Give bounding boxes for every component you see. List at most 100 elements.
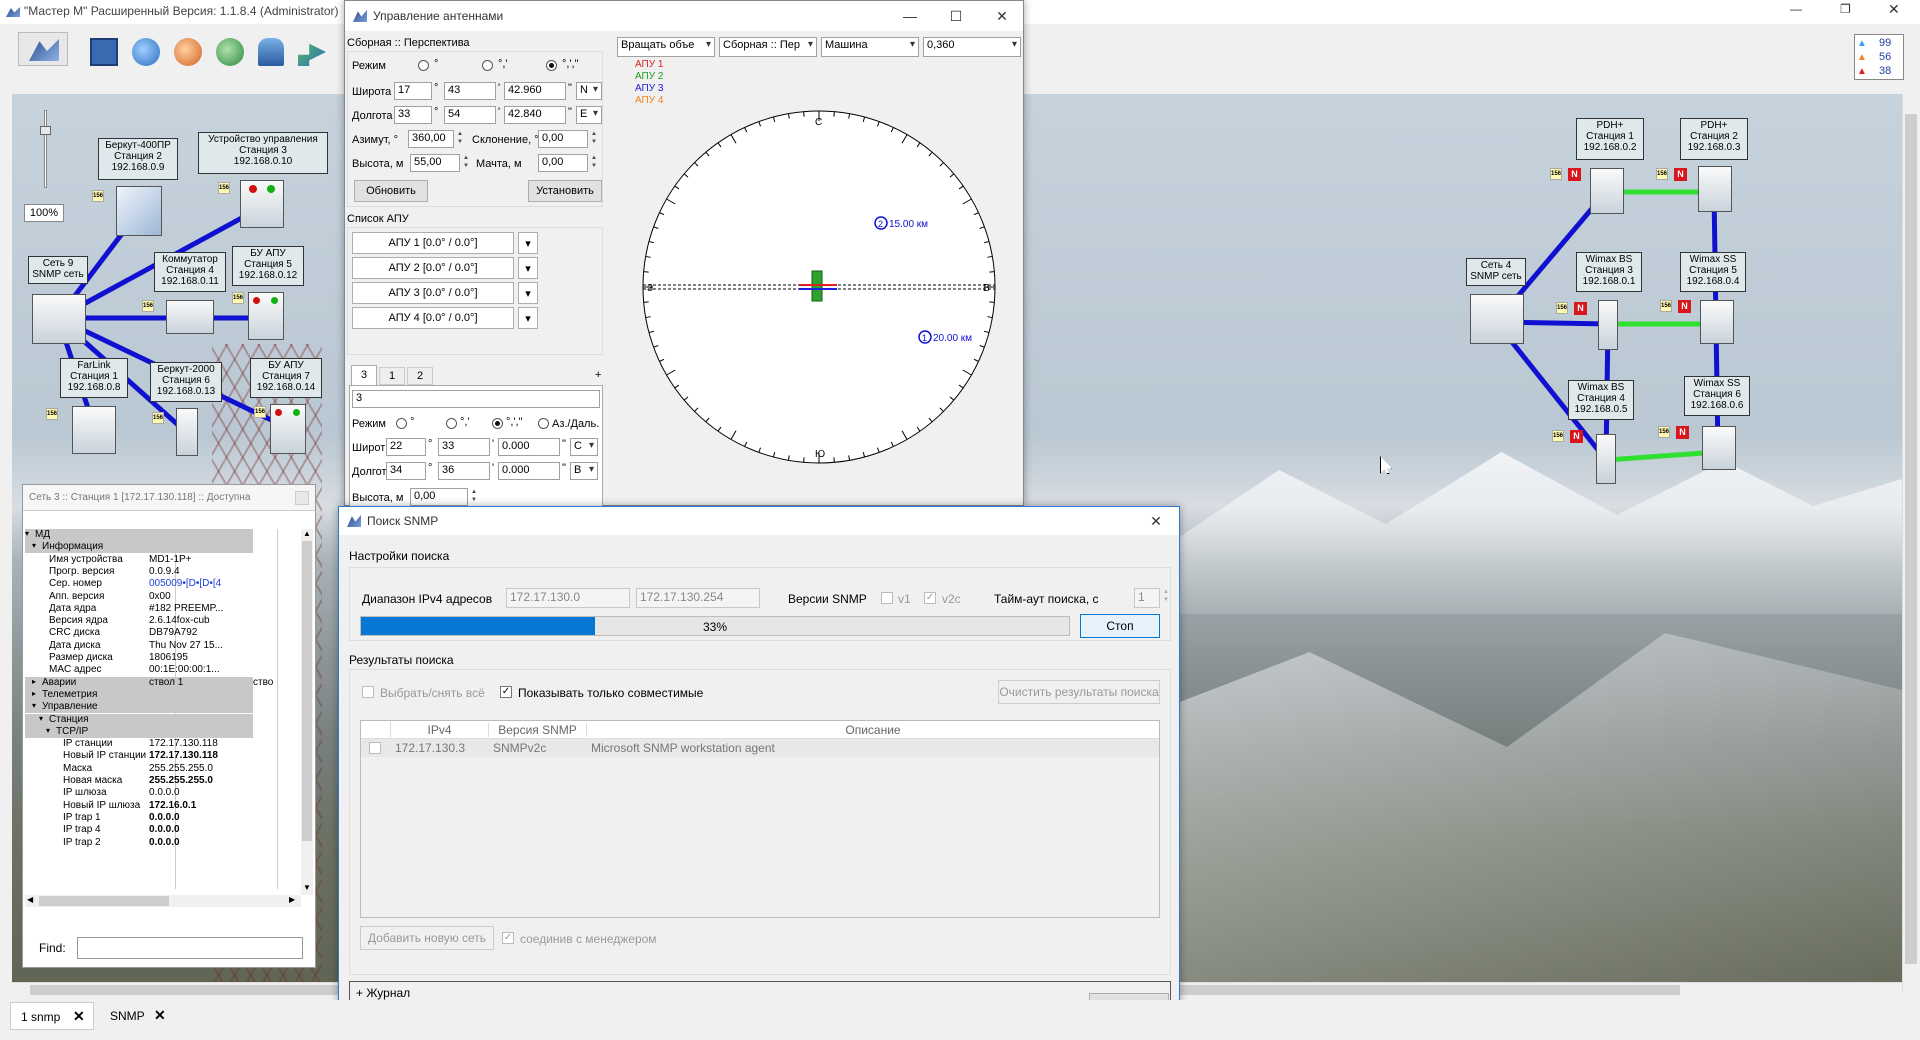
lon2-hemisphere-select[interactable]: В: [570, 462, 598, 480]
lon-deg-input[interactable]: 33: [394, 106, 432, 124]
device-wss5[interactable]: [1700, 300, 1734, 344]
property-row[interactable]: ▾ TCP/IP: [25, 725, 253, 738]
expand-icon[interactable]: ▸: [32, 689, 36, 698]
device-buapu5[interactable]: [248, 292, 284, 340]
mode2-degminsec-radio[interactable]: [492, 418, 503, 429]
mode2-deg-radio[interactable]: [396, 418, 407, 429]
timeout-spinner[interactable]: ▲ ▼: [1160, 588, 1172, 606]
property-row[interactable]: Версия ядра 2.6.14fox-cub: [25, 615, 253, 627]
scroll-thumb[interactable]: [302, 541, 312, 841]
lat2-sec-input[interactable]: 0.000: [498, 438, 560, 456]
property-row[interactable]: ▾ МД: [25, 529, 253, 541]
azimuth-spinner[interactable]: ▲ ▼: [454, 130, 466, 148]
refresh-button[interactable]: Обновить: [354, 180, 428, 202]
collapse-icon[interactable]: ▾: [32, 541, 36, 550]
close-tab-icon[interactable]: ✕: [154, 1007, 166, 1024]
device-wbs4[interactable]: [1596, 434, 1616, 484]
property-row[interactable]: IP trap 4 0.0.0.0: [25, 824, 253, 836]
connect-manager-checkbox[interactable]: ✓: [502, 932, 514, 944]
props-tree[interactable]: ▾ МД ▾ Информация Имя устройства MD1-1P+ Прогр…: [25, 529, 313, 889]
lat-sec-input[interactable]: 42.960: [504, 82, 566, 100]
tab-snmp[interactable]: SNMP ✕: [102, 1002, 174, 1030]
close-icon[interactable]: ✕: [1888, 1, 1900, 18]
minimize-icon[interactable]: —: [1790, 2, 1802, 16]
lat-deg-input[interactable]: 17: [394, 82, 432, 100]
azimuth-input[interactable]: 360,00: [408, 130, 454, 148]
v2c-checkbox[interactable]: ✓: [924, 592, 936, 604]
find-input[interactable]: [77, 937, 303, 959]
lat-min-input[interactable]: 43: [444, 82, 496, 100]
mode-degminsec-radio[interactable]: [546, 60, 557, 71]
property-row[interactable]: ▾ Станция: [25, 713, 253, 726]
props-pin-icon[interactable]: [295, 491, 309, 505]
lat-hemisphere-select[interactable]: N: [576, 82, 602, 100]
device-set4[interactable]: [1470, 294, 1524, 344]
header-description[interactable]: Описание: [587, 723, 1159, 737]
device-berkut400[interactable]: [116, 186, 162, 236]
property-row[interactable]: MAC адрес 00:1E:00:00:1...: [25, 664, 253, 676]
lon-sec-input[interactable]: 42.840: [504, 106, 566, 124]
scroll-thumb[interactable]: [1905, 114, 1917, 964]
lon-hemisphere-select[interactable]: E: [576, 106, 602, 124]
lon2-min-input[interactable]: 36: [438, 462, 490, 480]
property-row[interactable]: IP шлюза 0.0.0.0: [25, 787, 253, 799]
device-farlink[interactable]: [72, 406, 116, 454]
apu-item-button[interactable]: АПУ 3 [0.0° / 0.0°]: [352, 282, 514, 304]
expand-icon[interactable]: ▸: [32, 677, 36, 686]
close-icon[interactable]: ✕: [979, 1, 1025, 31]
device-set9[interactable]: [32, 294, 86, 344]
height2-input[interactable]: 0,00: [410, 488, 468, 506]
scroll-thumb[interactable]: [39, 896, 169, 906]
property-row[interactable]: ▾ Информация: [25, 541, 253, 554]
lat2-hemisphere-select[interactable]: С: [570, 438, 598, 456]
property-row[interactable]: ▸ Телеметрия: [25, 688, 253, 701]
property-row[interactable]: Апп. версия 0x00: [25, 591, 253, 603]
device-wbs3[interactable]: [1598, 300, 1618, 350]
ip-to-input[interactable]: 172.17.130.254: [636, 588, 760, 608]
stop-button[interactable]: Стоп: [1080, 614, 1160, 638]
property-row[interactable]: IP trap 1 0.0.0.0: [25, 812, 253, 824]
mast-spinner[interactable]: ▲ ▼: [588, 154, 600, 172]
lon2-deg-input[interactable]: 34: [386, 462, 426, 480]
declination-spinner[interactable]: ▲ ▼: [588, 130, 600, 148]
device-berkut2000[interactable]: [176, 408, 198, 456]
property-row[interactable]: ▸ Аварии ствол 1 ство: [25, 676, 273, 689]
device-wss6[interactable]: [1702, 426, 1736, 470]
lon2-sec-input[interactable]: 0.000: [498, 462, 560, 480]
property-row[interactable]: IP станции 172.17.130.118: [25, 738, 253, 750]
property-row[interactable]: Маска 255.255.255.0: [25, 763, 253, 775]
scroll-down-icon[interactable]: ▼: [303, 883, 311, 892]
tab-2[interactable]: 2: [407, 367, 433, 385]
header-version[interactable]: Версия SNMP: [489, 723, 587, 737]
collapse-icon[interactable]: ▾: [39, 714, 43, 723]
height-input[interactable]: 55,00: [410, 154, 460, 172]
property-row[interactable]: Новый IP шлюза 172.16.0.1: [25, 800, 253, 812]
declination-input[interactable]: 0,00: [538, 130, 588, 148]
tab-3[interactable]: 3: [351, 365, 377, 385]
property-row[interactable]: ▾ Управление: [25, 701, 253, 714]
props-scrollbar-h[interactable]: ◀ ▶: [25, 895, 301, 907]
row-checkbox[interactable]: [369, 742, 381, 754]
apu-dropdown-button[interactable]: ▾: [518, 257, 538, 279]
scroll-left-icon[interactable]: ◀: [27, 895, 33, 904]
property-row[interactable]: Дата ядра #182 PREEMP...: [25, 603, 253, 615]
alarm-counters[interactable]: ▲ 99 ▲ 56 ▲ 38: [1854, 34, 1904, 80]
close-tab-icon[interactable]: ✕: [73, 1008, 85, 1025]
group-select[interactable]: Сборная :: Пер: [719, 37, 817, 57]
add-network-button[interactable]: Добавить новую сеть: [360, 926, 494, 950]
apu-dropdown-button[interactable]: ▾: [518, 307, 538, 329]
apu-item-button[interactable]: АПУ 2 [0.0° / 0.0°]: [352, 257, 514, 279]
property-row[interactable]: Имя устройства MD1-1P+: [25, 554, 253, 566]
height-spinner[interactable]: ▲ ▼: [460, 154, 472, 172]
mode-deg-radio[interactable]: [418, 60, 429, 71]
lat2-deg-input[interactable]: 22: [386, 438, 426, 456]
table-row[interactable]: 172.17.130.3 SNMPv2c Microsoft SNMP workst…: [361, 739, 1159, 757]
apu-item-button[interactable]: АПУ 4 [0.0° / 0.0°]: [352, 307, 514, 329]
close-icon[interactable]: ✕: [1133, 507, 1179, 535]
height2-spinner[interactable]: ▲ ▼: [468, 488, 480, 506]
add-tab-icon[interactable]: +: [595, 369, 601, 381]
select-all-checkbox[interactable]: [362, 686, 374, 698]
collapse-icon[interactable]: ▾: [46, 726, 50, 735]
apu-dropdown-button[interactable]: ▾: [518, 232, 538, 254]
only-compat-checkbox[interactable]: ✓: [500, 686, 512, 698]
